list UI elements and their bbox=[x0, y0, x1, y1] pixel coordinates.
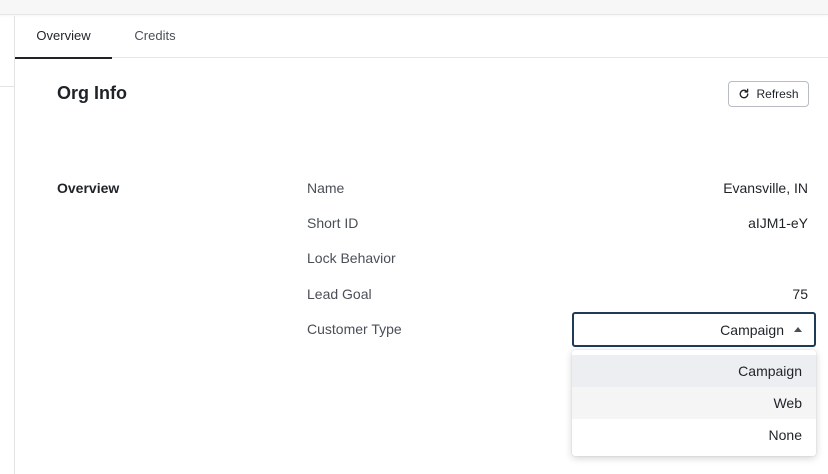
field-label-lock-behavior: Lock Behavior bbox=[307, 250, 396, 266]
top-bar bbox=[0, 0, 828, 15]
dropdown-option-web[interactable]: Web bbox=[572, 387, 816, 419]
section-label-overview: Overview bbox=[57, 180, 120, 196]
field-value-lead-goal: 75 bbox=[792, 286, 808, 302]
tab-overview[interactable]: Overview bbox=[15, 16, 112, 59]
dropdown-option-none[interactable]: None bbox=[572, 419, 816, 451]
tab-credits[interactable]: Credits bbox=[120, 16, 190, 58]
field-label-short-id: Short ID bbox=[307, 215, 359, 231]
customer-type-selected-value: Campaign bbox=[720, 322, 784, 338]
tab-bar: Overview Credits bbox=[15, 16, 828, 59]
field-value-name: Evansville, IN bbox=[723, 180, 808, 196]
field-label-name: Name bbox=[307, 180, 345, 196]
field-value-short-id: aIJM1-eY bbox=[748, 215, 808, 231]
page-title: Org Info bbox=[57, 83, 127, 103]
customer-type-select[interactable]: Campaign bbox=[572, 312, 816, 347]
refresh-button[interactable]: Refresh bbox=[728, 81, 809, 107]
field-label-customer-type: Customer Type bbox=[307, 321, 402, 337]
refresh-button-label: Refresh bbox=[756, 87, 799, 101]
field-label-lead-goal: Lead Goal bbox=[307, 286, 372, 302]
caret-up-icon bbox=[794, 327, 802, 332]
sidebar-divider bbox=[14, 16, 15, 474]
refresh-icon bbox=[740, 88, 749, 99]
customer-type-dropdown: Campaign Web None bbox=[572, 350, 816, 456]
sidebar-stub-divider bbox=[0, 86, 14, 87]
dropdown-option-campaign[interactable]: Campaign bbox=[572, 355, 816, 387]
